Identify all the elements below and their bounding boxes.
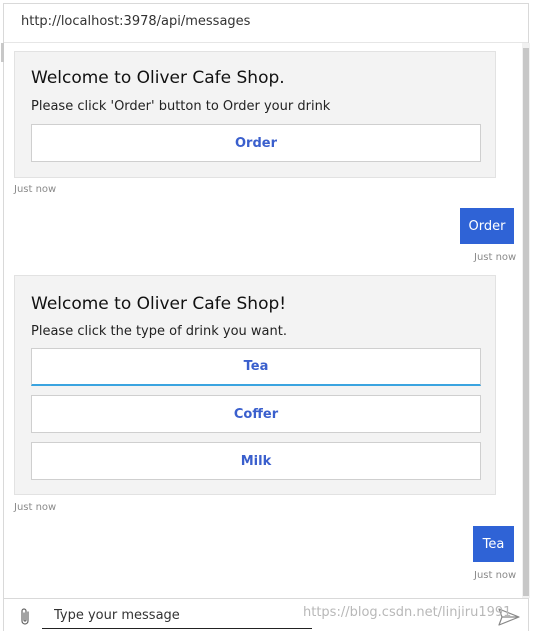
chat-window: http://localhost:3978/api/messages Welco…	[1, 3, 530, 633]
message-timestamp: Just now	[14, 502, 57, 513]
card-title: Welcome to Oliver Cafe Shop!	[31, 294, 287, 314]
message-timestamp: Just now	[474, 252, 517, 263]
card-title: Welcome to Oliver Cafe Shop.	[31, 68, 285, 88]
window-edge-marker	[1, 43, 4, 62]
coffer-button[interactable]: Coffer	[31, 395, 481, 433]
bot-card-drink-choice: Welcome to Oliver Cafe Shop! Please clic…	[14, 275, 496, 495]
message-input[interactable]	[42, 602, 312, 629]
message-timestamp: Just now	[474, 570, 517, 581]
tea-button[interactable]: Tea	[31, 348, 481, 386]
bot-card-welcome: Welcome to Oliver Cafe Shop. Please clic…	[14, 51, 496, 178]
message-composer	[4, 598, 528, 633]
milk-button[interactable]: Milk	[31, 442, 481, 480]
user-message-order: Order	[460, 208, 514, 244]
address-bar: http://localhost:3978/api/messages	[4, 4, 528, 43]
card-text: Please click 'Order' button to Order you…	[31, 99, 331, 114]
endpoint-url: http://localhost:3978/api/messages	[21, 14, 251, 29]
message-timestamp: Just now	[14, 184, 57, 195]
paperclip-icon[interactable]	[17, 607, 33, 627]
send-icon[interactable]	[498, 608, 520, 626]
order-button[interactable]: Order	[31, 124, 481, 162]
card-text: Please click the type of drink you want.	[31, 324, 287, 339]
user-message-tea: Tea	[473, 526, 514, 562]
scrollbar-thumb[interactable]	[523, 48, 529, 596]
